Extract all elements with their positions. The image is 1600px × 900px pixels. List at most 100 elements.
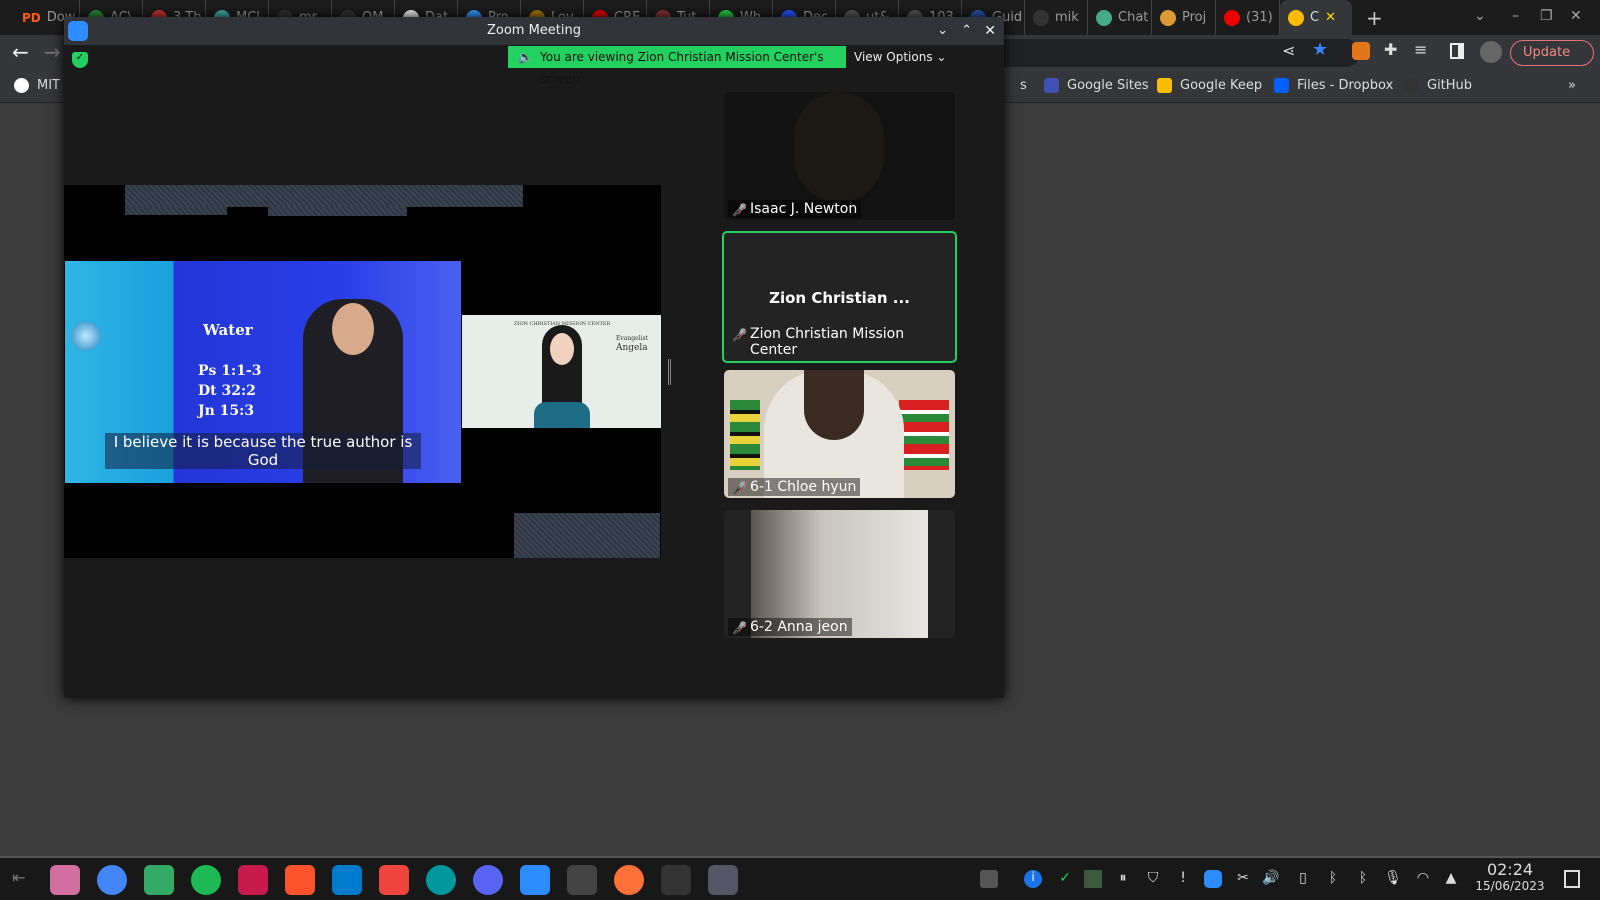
- slide-title: Water: [203, 321, 253, 339]
- tab-label: Proj: [1182, 10, 1207, 25]
- show-desktop-icon[interactable]: [1564, 870, 1580, 888]
- extensions-icon[interactable]: ✚: [1384, 40, 1397, 59]
- wifi-icon[interactable]: ◠: [1414, 870, 1432, 888]
- firefox-app-icon[interactable]: [614, 865, 644, 895]
- scissors-icon[interactable]: ✂: [1234, 870, 1252, 888]
- close-icon[interactable]: ✕: [1570, 8, 1582, 24]
- close-tab-icon[interactable]: ✕: [1325, 10, 1336, 25]
- bookmark-label: GitHub: [1427, 78, 1473, 93]
- zoom-app-icon[interactable]: [520, 865, 550, 895]
- participant-tile-active-speaker[interactable]: Zion Christian ... 🎤̸ Zion Christian Miss…: [722, 231, 957, 363]
- bookmark-clipped[interactable]: s: [1020, 78, 1027, 93]
- tab-favicon-icon: [1096, 9, 1112, 26]
- collapse-panel-icon[interactable]: ⇤: [12, 868, 25, 887]
- arduino-app-icon[interactable]: [426, 865, 456, 895]
- screen-share-banner: 🔈 You are viewing Zion Christian Mission …: [508, 46, 846, 86]
- side-panel-icon[interactable]: [1450, 43, 1464, 59]
- minimize-icon[interactable]: ⌄: [937, 17, 948, 45]
- participant-name: 🎤̸ 6-2 Anna jeon: [728, 618, 852, 636]
- browser-tab[interactable]: Proj: [1152, 0, 1216, 35]
- spotify-app-icon[interactable]: [191, 865, 221, 895]
- participant-tile[interactable]: 🎤̸ 6-2 Anna jeon: [724, 510, 955, 638]
- bluetooth-icon[interactable]: ᛒ: [1324, 870, 1342, 888]
- bookmark-label: Google Sites: [1067, 78, 1149, 93]
- mplab-x-ide-app-icon[interactable]: [567, 865, 597, 895]
- profile-avatar[interactable]: [1480, 41, 1502, 63]
- discord-app-icon[interactable]: [473, 865, 503, 895]
- minimize-icon[interactable]: –: [1512, 8, 1519, 24]
- sermon-slide: Water Ps 1:1-3 Dt 32:2 Jn 15:3 I believe i…: [65, 261, 461, 483]
- date: 15/06/2023: [1475, 879, 1545, 893]
- shared-screen: Water Ps 1:1-3 Dt 32:2 Jn 15:3 I believe i…: [64, 185, 671, 558]
- obscured-region: [268, 207, 407, 216]
- media-icon[interactable]: ≡: [1414, 40, 1427, 59]
- bookmark-dropbox[interactable]: Files - Dropbox: [1274, 78, 1393, 93]
- tab-label: Chat: [1118, 10, 1149, 25]
- info-icon[interactable]: i: [1024, 870, 1042, 888]
- browser-tab[interactable]: (31): [1216, 0, 1280, 35]
- speaker-icon: 🔈: [518, 50, 533, 64]
- brave-app-icon[interactable]: [285, 865, 315, 895]
- bookmark-star-icon[interactable]: ★: [1312, 39, 1328, 60]
- muted-mic-icon: 🎤̸: [732, 328, 747, 342]
- muted-mic-icon: 🎤̸: [732, 481, 747, 495]
- participant-tile[interactable]: 🎤̸ 6-1 Chloe hyun: [724, 370, 955, 498]
- inset-role: Evangelist: [616, 335, 648, 342]
- ref: Ps 1:1-3: [198, 363, 262, 379]
- name-text: Isaac J. Newton: [750, 201, 858, 217]
- raspberry-pi-app-icon[interactable]: [238, 865, 268, 895]
- obscured-region: [514, 513, 660, 558]
- cloud-tray-icon[interactable]: [980, 870, 998, 888]
- bookmark-github[interactable]: GitHub: [1404, 78, 1472, 93]
- tab-search-icon[interactable]: ⌄: [1474, 8, 1486, 24]
- metamask-icon[interactable]: [1352, 42, 1370, 60]
- restore-icon[interactable]: ❐: [1540, 8, 1553, 24]
- back-icon[interactable]: ←: [12, 40, 29, 64]
- forward-icon[interactable]: →: [44, 40, 61, 64]
- caption: I believe it is because the true author …: [105, 433, 421, 469]
- battery-icon[interactable]: ▯: [1294, 870, 1312, 888]
- screenshot-app-icon[interactable]: [144, 865, 174, 895]
- microphone-icon[interactable]: 🎙: [1384, 870, 1402, 888]
- name-text: 6-2 Anna jeon: [750, 619, 848, 635]
- clipboard-icon[interactable]: !: [1174, 870, 1192, 888]
- app-tray-icon[interactable]: [1084, 870, 1102, 888]
- volume-icon[interactable]: 🔊: [1262, 870, 1280, 888]
- settings-app-icon[interactable]: [661, 865, 691, 895]
- clock[interactable]: 02:24 15/06/2023: [1470, 860, 1550, 893]
- pause-icon[interactable]: ⏸: [1114, 870, 1132, 888]
- participant-name: 🎤̸ 6-1 Chloe hyun: [728, 478, 861, 496]
- water-drop-image: [71, 321, 101, 351]
- close-icon[interactable]: ✕: [984, 17, 996, 45]
- tab-label: (31): [1246, 10, 1273, 25]
- tab-favicon-icon: [1288, 9, 1304, 26]
- bluetooth-alt-icon[interactable]: ᛒ: [1354, 870, 1372, 888]
- shield-icon[interactable]: ⛉: [1144, 870, 1162, 888]
- anydesk-app-icon[interactable]: [379, 865, 409, 895]
- bookmark-google-keep[interactable]: Google Keep: [1157, 78, 1262, 93]
- security-shield-icon[interactable]: ✓: [72, 52, 88, 68]
- browser-tab[interactable]: Chat: [1088, 0, 1152, 35]
- participant-tile[interactable]: 🎤̸ Isaac J. Newton: [724, 92, 955, 220]
- evangelist-video: ZION CHRISTIAN MISSION CENTER Evangelist…: [462, 315, 661, 428]
- update-button[interactable]: Update ⋮: [1510, 40, 1594, 84]
- chrome-app-icon[interactable]: [97, 865, 127, 895]
- share-icon[interactable]: ⋖: [1282, 41, 1295, 60]
- tray-expand-icon[interactable]: ▲: [1442, 870, 1460, 888]
- tab-label: mik: [1055, 10, 1079, 25]
- browser-tab[interactable]: mik: [1025, 0, 1088, 35]
- zoom-tray-icon[interactable]: [1204, 870, 1222, 888]
- taskbar: ⇤ i ✓ ⏸ ⛉ ! ✂ 🔊 ▯ ᛒ ᛒ 🎙 ◠ ▲ 02:24 15/06/…: [0, 856, 1600, 900]
- cloud-app-icon[interactable]: [708, 865, 738, 895]
- dropbox-sync-icon[interactable]: ✓: [1056, 870, 1074, 888]
- panel-resize-handle[interactable]: [668, 359, 671, 385]
- more-bookmarks-button[interactable]: »: [1568, 78, 1576, 93]
- vscode-app-icon[interactable]: [332, 865, 362, 895]
- view-options-button[interactable]: View Options ⌄: [854, 46, 946, 68]
- bookmark-mit[interactable]: MIT .: [14, 78, 68, 93]
- files-app-icon[interactable]: [50, 865, 80, 895]
- browser-tab[interactable]: C ✕: [1280, 0, 1352, 35]
- bookmark-google-sites[interactable]: Google Sites: [1044, 78, 1149, 93]
- maximize-icon[interactable]: ⌃: [961, 17, 972, 45]
- new-tab-button[interactable]: +: [1366, 6, 1383, 30]
